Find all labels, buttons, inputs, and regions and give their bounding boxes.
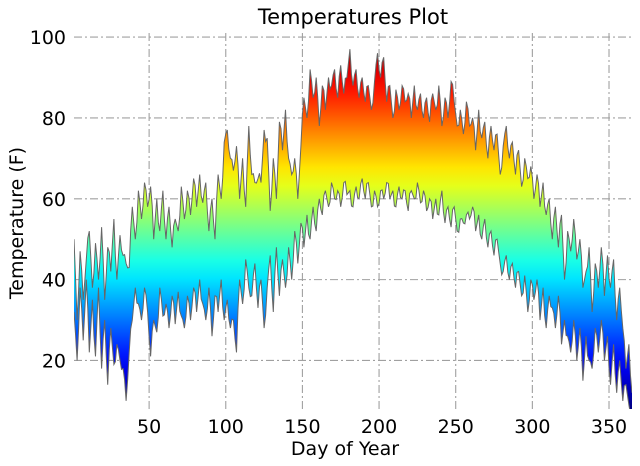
temperature-band: [74, 49, 632, 409]
y-tick-label: 60: [42, 189, 66, 211]
chart-title: Temperatures Plot: [257, 5, 448, 29]
x-tick-label: 50: [137, 416, 161, 438]
x-tick-label: 300: [514, 416, 550, 438]
y-tick-label: 100: [30, 27, 66, 49]
x-tick-label: 350: [591, 416, 627, 438]
x-tick-label: 200: [361, 416, 397, 438]
y-axis-label: Temperature (F): [6, 147, 28, 300]
x-axis-label: Day of Year: [291, 438, 399, 460]
temperature-area-chart: 50 100 150 200 250 300 350 20 40 60 80 100 Temperat…: [6, 5, 632, 460]
y-tick-label: 80: [42, 108, 66, 130]
x-tick-label: 250: [438, 416, 474, 438]
x-tick-label: 150: [284, 416, 320, 438]
x-tick-label: 100: [208, 416, 244, 438]
y-tick-label: 20: [42, 350, 66, 372]
temperature-range-fill: [74, 49, 632, 409]
chart: 50 100 150 200 250 300 350 20 40 60 80 100 Temperat…: [0, 0, 640, 466]
y-tick-label: 40: [42, 270, 66, 292]
